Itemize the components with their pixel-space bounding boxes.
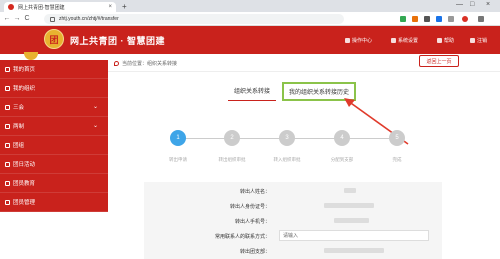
- logout-icon: [470, 38, 475, 43]
- chevron-down-icon: ⌄: [92, 123, 98, 129]
- sidebar-item-activity[interactable]: 团日活动: [0, 155, 108, 174]
- sidebar-avatar: [24, 52, 38, 60]
- forward-icon[interactable]: →: [12, 15, 22, 22]
- reload-icon[interactable]: C: [22, 15, 32, 22]
- sidebar-item-group[interactable]: 团组: [0, 136, 108, 155]
- operation-icon: [345, 38, 350, 43]
- system-icon: [5, 123, 10, 129]
- step-1: 1: [170, 130, 186, 146]
- field-label: 转出人身份证号：: [229, 204, 270, 210]
- form-row-idcard: 转出人身份证号：: [144, 199, 442, 214]
- nav-help[interactable]: 帮助: [437, 37, 454, 44]
- extension-icon[interactable]: [412, 16, 418, 22]
- field-label: 转出人姓名：: [239, 189, 270, 195]
- extension-icon[interactable]: [400, 16, 406, 22]
- sidebar-item-label: 我的组织: [13, 86, 36, 92]
- logo-text: 团: [49, 34, 59, 45]
- tab-close-icon[interactable]: ×: [108, 4, 112, 10]
- sidebar-item-three-meetings[interactable]: 三会 ⌄: [0, 98, 108, 117]
- meeting-icon: [5, 104, 10, 110]
- sidebar-item-label: 团日活动: [13, 162, 36, 168]
- form-row-phone: 转出人手机号：: [144, 214, 442, 229]
- chevron-down-icon: ⌄: [92, 104, 98, 110]
- group-icon: [5, 142, 10, 148]
- extension-icon[interactable]: [424, 16, 430, 22]
- url-text: zhtj.youth.cn/zhtj/#/transfer: [59, 16, 119, 22]
- extension-icon[interactable]: [436, 16, 442, 22]
- redacted-value: [334, 218, 369, 223]
- main-content: 当前位置： 组织关系转接 返回上一页 组织关系转接 我的组织关系转接历史 1 2…: [108, 54, 500, 259]
- sidebar-item-label: 三会: [13, 105, 25, 111]
- contact-input[interactable]: 请输入: [279, 230, 429, 241]
- education-icon: [5, 180, 10, 186]
- sidebar-item-label: 我的首页: [13, 67, 36, 73]
- sidebar-item-education[interactable]: 团员教育: [0, 174, 108, 193]
- redacted-value: [344, 188, 356, 193]
- sidebar-menu: 我的首页 我的组织 三会 ⌄ 两制 ⌄ 团组 团日活动 团员教育 团员管理: [0, 60, 108, 212]
- profile-avatar-icon[interactable]: [462, 16, 468, 22]
- extension-icon[interactable]: [448, 16, 454, 22]
- member-icon: [5, 199, 10, 205]
- step-3: 3: [279, 130, 295, 146]
- sidebar-item-label: 两制: [13, 124, 25, 130]
- site-title: 网上共青团 · 智慧团建: [70, 36, 165, 46]
- maximize-icon[interactable]: □: [470, 1, 474, 8]
- address-bar[interactable]: zhtj.youth.cn/zhtj/#/transfer: [44, 14, 344, 24]
- nav-label: 帮助: [444, 38, 455, 44]
- home-icon: [5, 66, 10, 72]
- nav-system-settings[interactable]: 系统设置: [391, 37, 418, 44]
- sidebar-item-home[interactable]: 我的首页: [0, 60, 108, 79]
- form-row-name: 转出人姓名：: [144, 184, 442, 199]
- sidebar-item-my-org[interactable]: 我的组织: [0, 79, 108, 98]
- redacted-value: [324, 248, 384, 253]
- field-label: 转出团支部：: [239, 249, 270, 255]
- field-label: 转出人手机号：: [234, 219, 270, 225]
- sidebar-item-label: 团组: [13, 143, 25, 149]
- step-label: 转出申请: [169, 157, 187, 162]
- browser-tab-title: 网上共青团·智慧团建: [18, 4, 65, 11]
- sidebar-item-two-systems[interactable]: 两制 ⌄: [0, 117, 108, 136]
- lock-icon: [50, 16, 55, 22]
- sidebar-item-label: 团员管理: [13, 200, 36, 206]
- settings-icon: [391, 38, 396, 43]
- step-label: 转出组织审批: [218, 157, 246, 162]
- form-row-branch: 转出团支部：: [144, 244, 442, 259]
- redacted-value: [324, 203, 374, 208]
- menu-icon[interactable]: [478, 16, 484, 22]
- site-favicon-icon: [8, 4, 14, 10]
- back-icon[interactable]: ←: [2, 15, 12, 22]
- form-row-contact: 常用联系人的联系方式： 请输入: [144, 229, 442, 244]
- nav-operation-center[interactable]: 操作中心: [345, 37, 372, 44]
- nav-label: 操作中心: [352, 38, 373, 44]
- minimize-icon[interactable]: —: [456, 1, 463, 8]
- sidebar: 我的首页 我的组织 三会 ⌄ 两制 ⌄ 团组 团日活动 团员教育 团员管理: [0, 52, 108, 259]
- nav-label: 注销: [477, 38, 488, 44]
- help-icon: [437, 38, 442, 43]
- site-header: 团 网上共青团 · 智慧团建 操作中心 系统设置 帮助 注销: [0, 26, 500, 54]
- browser-tab[interactable]: 网上共青团·智慧团建 ×: [4, 2, 116, 12]
- nav-logout[interactable]: 注销: [470, 37, 487, 44]
- org-icon: [5, 85, 10, 91]
- new-tab-icon[interactable]: +: [122, 2, 127, 11]
- sidebar-item-member-mgmt[interactable]: 团员管理: [0, 193, 108, 212]
- sidebar-item-label: 团员教育: [13, 181, 36, 187]
- step-4: 4: [334, 130, 350, 146]
- field-label: 常用联系人的联系方式：: [214, 234, 270, 240]
- step-5: 5: [389, 130, 405, 146]
- step-label: 分配到支部: [330, 157, 354, 162]
- league-logo-icon: 团: [44, 29, 64, 49]
- browser-tab-bar: 网上共青团·智慧团建 × + — □ ×: [0, 0, 500, 12]
- step-label: 完成: [392, 157, 402, 162]
- nav-label: 系统设置: [398, 38, 419, 44]
- transfer-form: 转出人姓名： 转出人身份证号： 转出人手机号： 常用联系人的联系方式： 请输入 …: [144, 182, 442, 259]
- step-label: 转入组织审批: [273, 157, 301, 162]
- window-close-icon[interactable]: ×: [486, 1, 490, 8]
- browser-toolbar: ← → C zhtj.youth.cn/zhtj/#/transfer: [0, 12, 500, 26]
- step-2: 2: [224, 130, 240, 146]
- activity-icon: [5, 161, 10, 167]
